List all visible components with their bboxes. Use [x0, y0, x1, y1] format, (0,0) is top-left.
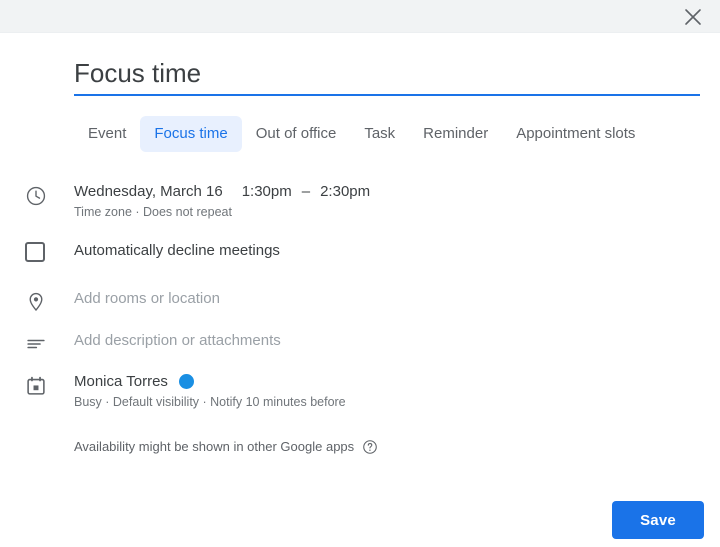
tab-event[interactable]: Event	[74, 116, 140, 152]
close-icon	[684, 8, 702, 26]
calendar-owner-row: Monica Torres Busy · Default visibility …	[0, 373, 346, 411]
clock-icon	[25, 185, 47, 207]
description-input[interactable]: Add description or attachments	[74, 331, 281, 351]
event-end-time[interactable]: 2:30pm	[320, 183, 370, 200]
calendar-icon-cell	[0, 373, 74, 397]
location-icon-cell	[0, 289, 74, 313]
dialog-header-bar	[0, 0, 720, 33]
tab-appointment-slots[interactable]: Appointment slots	[502, 116, 649, 152]
location-input[interactable]: Add rooms or location	[74, 289, 220, 309]
description-body: Add description or attachments	[74, 331, 281, 351]
location-pin-icon	[25, 291, 47, 313]
timezone-repeat-subtitle[interactable]: Time zone · Does not repeat	[74, 203, 370, 221]
auto-decline-label[interactable]: Automatically decline meetings	[74, 241, 280, 261]
event-color-dot[interactable]	[178, 374, 194, 389]
tab-out-of-office[interactable]: Out of office	[242, 116, 351, 152]
time-range-dash: –	[301, 183, 311, 200]
tab-reminder[interactable]: Reminder	[409, 116, 502, 152]
close-button[interactable]	[678, 2, 708, 32]
availability-note-text: Availability might be shown in other Goo…	[74, 439, 355, 454]
event-type-tabs: Event Focus time Out of office Task Remi…	[74, 116, 649, 152]
event-title-text[interactable]: Focus time	[74, 56, 700, 90]
calendar-options-subtitle[interactable]: Busy · Default visibility · Notify 10 mi…	[74, 393, 346, 411]
owner-line: Monica Torres	[74, 373, 346, 390]
calendar-owner-name[interactable]: Monica Torres	[74, 373, 168, 390]
datetime-row: Wednesday, March 16 1:30pm – 2:30pm Time…	[0, 183, 370, 221]
auto-decline-body: Automatically decline meetings	[74, 241, 280, 261]
description-icon-cell	[0, 331, 74, 355]
title-underline	[74, 94, 700, 96]
help-circle-icon[interactable]	[362, 439, 378, 455]
datetime-line: Wednesday, March 16 1:30pm – 2:30pm	[74, 183, 370, 200]
calendar-icon	[25, 375, 47, 397]
save-button[interactable]: Save	[612, 501, 704, 539]
description-lines-icon	[25, 333, 47, 355]
event-date[interactable]: Wednesday, March 16	[74, 183, 223, 200]
checkbox-unchecked-icon[interactable]	[25, 242, 45, 262]
event-start-time[interactable]: 1:30pm	[242, 183, 292, 200]
checkbox-cell	[0, 241, 74, 262]
tab-task[interactable]: Task	[350, 116, 409, 152]
clock-icon-cell	[0, 183, 74, 207]
description-row[interactable]: Add description or attachments	[0, 331, 281, 355]
location-body: Add rooms or location	[74, 289, 220, 309]
event-title-field[interactable]: Focus time	[74, 56, 700, 96]
tab-focus-time[interactable]: Focus time	[140, 116, 242, 152]
auto-decline-row[interactable]: Automatically decline meetings	[0, 241, 280, 262]
location-row[interactable]: Add rooms or location	[0, 289, 220, 313]
calendar-owner-body: Monica Torres Busy · Default visibility …	[74, 373, 346, 411]
availability-note: Availability might be shown in other Goo…	[74, 438, 378, 456]
datetime-body: Wednesday, March 16 1:30pm – 2:30pm Time…	[74, 183, 370, 221]
